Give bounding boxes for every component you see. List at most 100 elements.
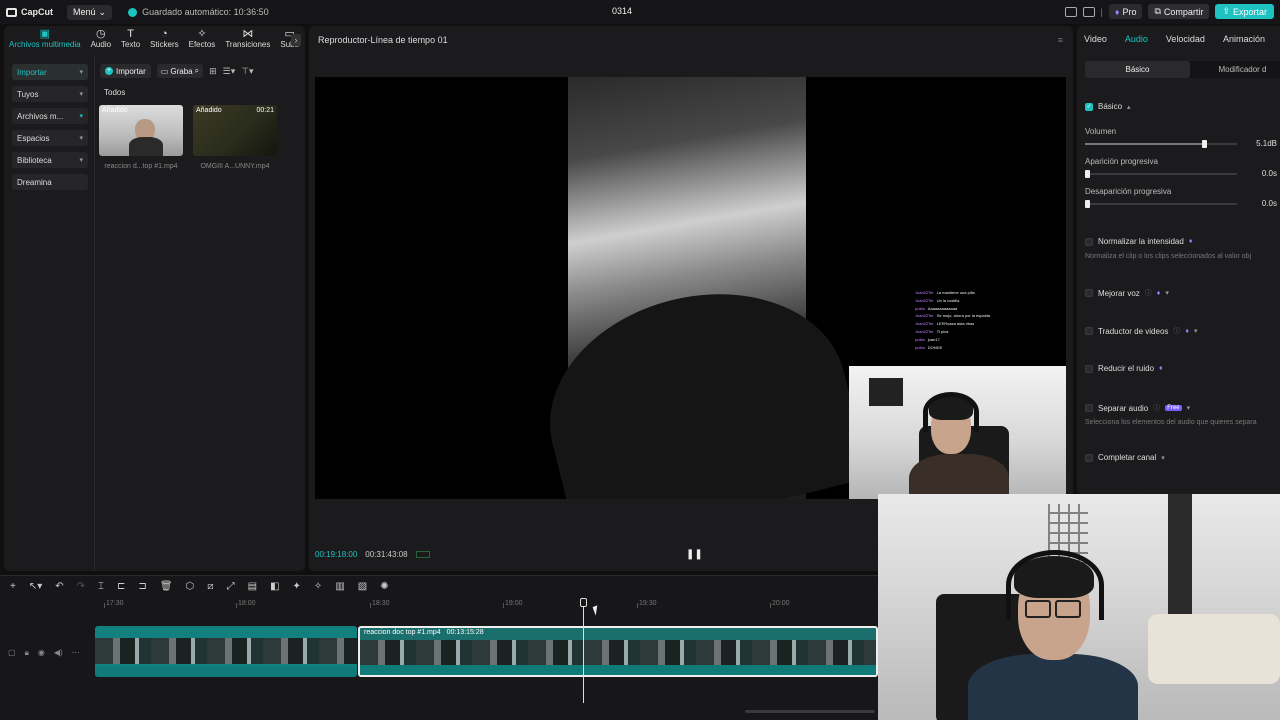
checkbox-icon[interactable] — [1085, 327, 1093, 335]
layout-icon[interactable] — [1064, 6, 1077, 17]
auto-reframe-icon[interactable]: ⤢ — [227, 581, 235, 592]
export-button[interactable]: ⇪ Exportar — [1215, 4, 1274, 19]
sparkle-icon[interactable]: ✺ — [380, 581, 388, 592]
freeze-frame-icon[interactable]: ▤ — [248, 581, 257, 592]
tab-video[interactable]: Video — [1084, 34, 1107, 44]
segment-modifier[interactable]: Modificador d — [1190, 61, 1280, 78]
tab-media[interactable]: ▣ Archivos multimedia — [4, 28, 86, 54]
record-button[interactable]: ▭ Graba ⌕ — [156, 64, 204, 78]
checkbox-icon[interactable] — [1085, 364, 1093, 373]
chat-message: Se mojo, ahora por la espalda — [936, 313, 991, 319]
slider-knob[interactable] — [1085, 170, 1090, 178]
sidebar-item-spaces[interactable]: Espacios ▾ — [12, 130, 88, 146]
normalize-row[interactable]: Normalizar la intensidad ♦ — [1085, 237, 1280, 246]
basic-section-header[interactable]: ✓ Básico ▴ — [1085, 102, 1280, 111]
checkbox-icon[interactable] — [1085, 404, 1093, 412]
tab-transitions[interactable]: ⋈ Transiciones — [220, 28, 275, 54]
fade-in-value[interactable]: 0.0s — [1247, 169, 1277, 178]
menu-button[interactable]: Menú ⌄ — [67, 4, 113, 20]
split-icon[interactable]: ⌶ — [98, 581, 104, 592]
sidebar-item-dreamina[interactable]: Dreamina — [12, 174, 88, 190]
redo-icon[interactable]: ↷ — [77, 581, 85, 592]
noise-reduction-row[interactable]: Reducir el ruido ♦ — [1085, 364, 1280, 373]
audio-icon: ◷ — [96, 28, 106, 40]
enhance-voice-row[interactable]: Mejorar voz ⓘ ♦ ▾ — [1085, 288, 1280, 298]
crop-icon[interactable]: ⧄ — [207, 581, 213, 592]
split-left-icon[interactable]: ⊏ — [117, 581, 125, 592]
sidebar-item-yours[interactable]: Tuyos ▾ — [12, 86, 88, 102]
speaker-icon[interactable]: ◀) — [54, 648, 63, 658]
chevron-down-icon[interactable]: ▾ — [1194, 327, 1198, 335]
tab-text[interactable]: T Texto — [116, 28, 145, 54]
select-tool-icon[interactable]: ↖▾ — [29, 581, 42, 592]
playhead[interactable] — [580, 598, 587, 703]
tab-stickers[interactable]: ◔ Stickers — [145, 28, 183, 54]
pause-icon[interactable]: ❚❚ — [686, 549, 703, 560]
fade-in-slider[interactable] — [1085, 170, 1237, 178]
sidebar-item-import[interactable]: Importar ▾ — [12, 64, 88, 80]
shortcuts-icon[interactable] — [1082, 6, 1095, 17]
clip-audio-waveform — [360, 665, 876, 675]
screenshot-icon[interactable]: ▥ — [335, 581, 344, 592]
video-clip-selected[interactable]: reaccion doc top #1.mp4 00:13:15:28 — [358, 626, 878, 677]
mirror-icon[interactable]: ◧ — [270, 581, 279, 592]
chevron-down-icon[interactable]: ▾ — [1161, 454, 1165, 462]
timeline-scrollbar[interactable] — [745, 710, 875, 713]
filter-icon[interactable]: ⊤▾ — [241, 66, 253, 77]
checkbox-icon[interactable] — [1085, 289, 1093, 297]
chevron-down-icon[interactable]: ▾ — [1165, 289, 1169, 297]
delete-icon[interactable]: 🗑 — [160, 581, 173, 592]
tab-audio[interactable]: ◷ Audio — [86, 28, 116, 54]
sidebar-item-files[interactable]: Archivos m... ▾ — [12, 108, 88, 124]
filter-label[interactable]: Todos — [104, 88, 125, 97]
undo-icon[interactable]: ↶ — [55, 581, 63, 592]
slider-knob[interactable] — [1201, 140, 1207, 148]
checkbox-icon[interactable] — [1085, 237, 1093, 246]
slider-knob[interactable] — [1085, 200, 1090, 208]
fade-out-value[interactable]: 0.0s — [1247, 199, 1277, 208]
playhead-handle[interactable] — [580, 598, 587, 607]
segment-basic[interactable]: Básico — [1085, 61, 1190, 78]
tab-speed[interactable]: Velocidad — [1166, 34, 1205, 44]
project-title[interactable]: 0314 — [612, 6, 632, 16]
checkbox-icon[interactable] — [1085, 453, 1093, 462]
more-icon[interactable]: ⋯ — [72, 648, 80, 658]
eye-icon[interactable]: ◉ — [38, 648, 45, 658]
mask-icon[interactable]: ⬡ — [186, 581, 195, 592]
image-icon[interactable]: ▧ — [358, 581, 367, 592]
lock-icon[interactable]: 🔒︎ — [25, 648, 29, 658]
timeline-ruler[interactable]: 17:30 18:00 18:30 19:00 19:30 20:00 — [96, 598, 996, 612]
grid-view-icon[interactable]: ⊞ — [209, 66, 217, 77]
tab-audio-settings[interactable]: Audio — [1125, 34, 1148, 44]
sidebar-item-library[interactable]: Biblioteca ▾ — [12, 152, 88, 168]
import-button[interactable]: + Importar — [100, 64, 151, 78]
import-label: Importar — [116, 66, 146, 76]
diamond-icon: ♦ — [1188, 238, 1193, 245]
track-thumbnail-icon[interactable]: ▢ — [8, 648, 16, 658]
volume-value[interactable]: 5.1dB — [1247, 139, 1277, 148]
sort-icon[interactable]: ☰▾ — [223, 66, 236, 77]
fill-channel-row[interactable]: Completar canal ▾ — [1085, 453, 1280, 462]
tab-effects[interactable]: ✧ Efectos — [184, 28, 221, 54]
ai-remove-icon[interactable]: ✦ — [293, 581, 301, 592]
chevron-down-icon[interactable]: ▾ — [1187, 404, 1191, 412]
checkbox-checked-icon[interactable]: ✓ — [1085, 102, 1093, 111]
separate-audio-row[interactable]: Separar audio ⓘ Free ▾ — [1085, 403, 1280, 413]
hamburger-menu-icon[interactable]: ≡ — [1058, 35, 1063, 45]
media-thumbnail[interactable]: Añadido 00:21 — [193, 105, 277, 156]
split-right-icon[interactable]: ⊐ — [138, 581, 146, 592]
share-button[interactable]: ⧉ Compartir — [1148, 4, 1210, 19]
media-thumbnail[interactable]: Añadido — [99, 105, 183, 156]
chevron-right-icon[interactable]: › — [291, 34, 301, 46]
tab-animation[interactable]: Animación — [1223, 34, 1265, 44]
fade-out-slider[interactable] — [1085, 200, 1237, 208]
volume-slider[interactable] — [1085, 140, 1237, 148]
add-track-icon[interactable]: + — [10, 581, 16, 592]
video-translator-row[interactable]: Traductor de videos ⓘ ♦ ▾ — [1085, 326, 1280, 336]
sidebar-item-label: Archivos m... — [17, 111, 64, 121]
video-clip[interactable] — [95, 626, 357, 677]
magic-wand-icon[interactable]: ✧ — [314, 581, 322, 592]
more-icon[interactable]: | — [1101, 7, 1103, 17]
pro-button[interactable]: ♦ Pro — [1108, 4, 1143, 19]
video-preview[interactable]: Juan22Ter La mantiene una pilla Juan22Ter… — [315, 77, 1066, 499]
